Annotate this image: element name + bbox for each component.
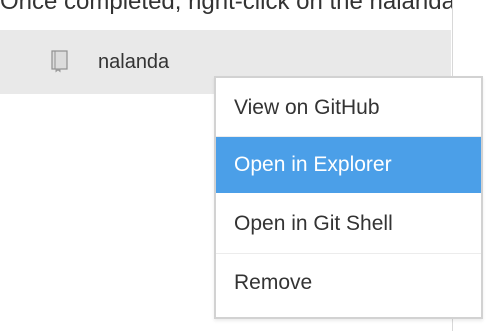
repository-context-menu: View on GitHub Open in Explorer Open in …: [214, 76, 483, 319]
repository-name: nalanda: [98, 51, 170, 73]
open-in-git-shell-menu-item[interactable]: Open in Git Shell: [216, 196, 481, 252]
cropped-instruction-text: Once completed, right-click on the nalan…: [0, 0, 470, 14]
remove-menu-item[interactable]: Remove: [216, 255, 481, 311]
github-desktop-screenshot: Once completed, right-click on the nalan…: [0, 0, 500, 331]
repository-book-icon: [51, 50, 68, 73]
open-in-explorer-menu-item[interactable]: Open in Explorer: [216, 137, 481, 193]
view-on-github-menu-item[interactable]: View on GitHub: [216, 80, 481, 136]
menu-separator: [216, 253, 481, 254]
